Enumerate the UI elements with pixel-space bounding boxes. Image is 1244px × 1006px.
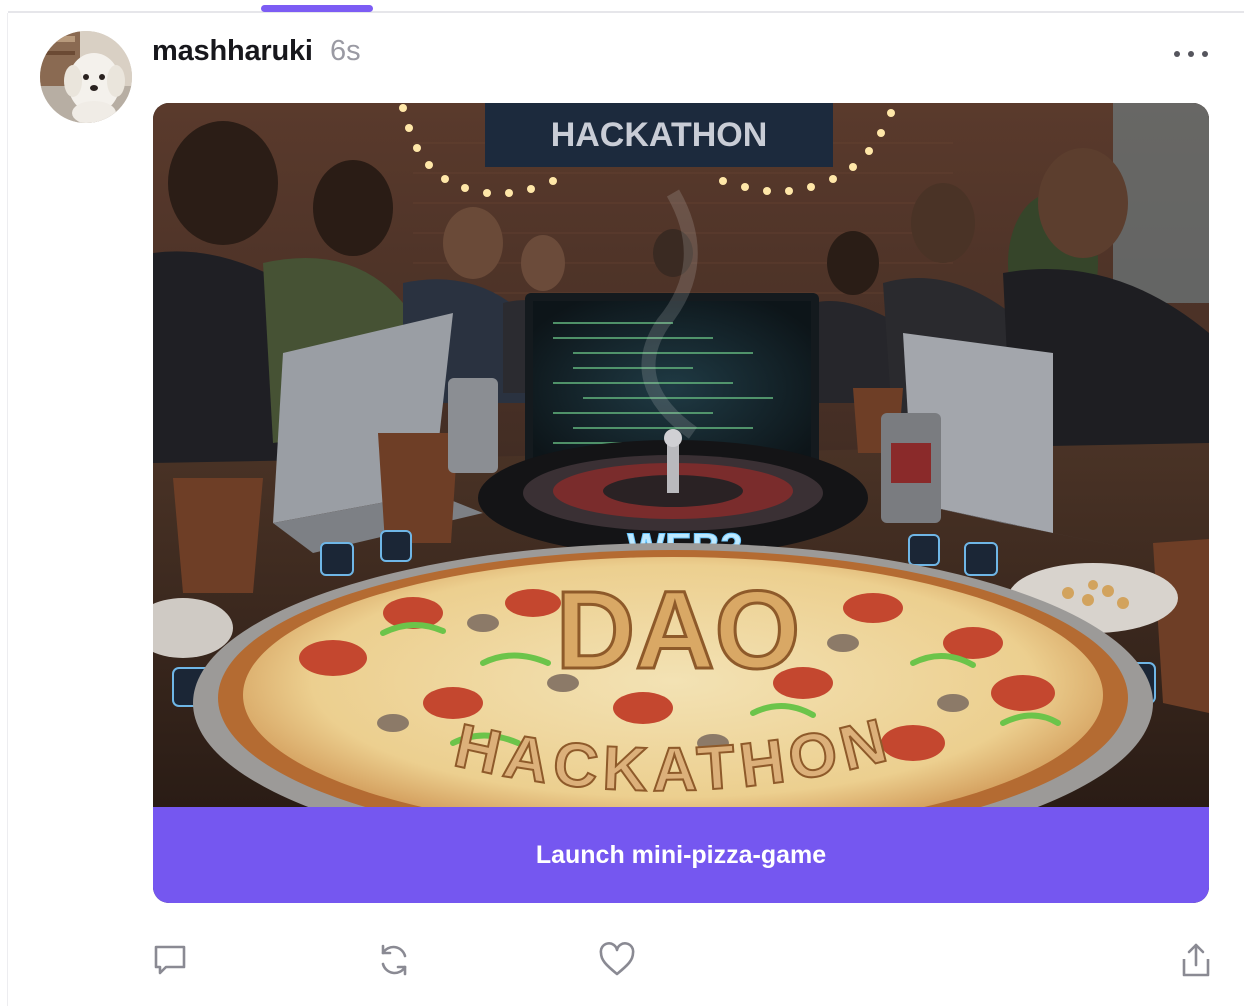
top-divider (8, 11, 1244, 13)
timestamp: 6s (330, 35, 361, 67)
active-tab-indicator (261, 5, 373, 12)
pizza-big-text: DAO (556, 569, 800, 692)
like-button[interactable] (595, 938, 639, 982)
feed-frame: mashharuki 6s HACKATHON DAO HACKATHON La… (0, 0, 1244, 1006)
more-dots-icon (1174, 51, 1208, 57)
username[interactable]: mashharuki (152, 34, 313, 68)
frame-card: HACKATHON DAO HACKATHON Launch mini-pizz… (153, 103, 1209, 903)
comment-icon (154, 945, 186, 975)
heart-icon (599, 942, 635, 976)
launch-mini-pizza-game-button[interactable]: Launch mini-pizza-game (153, 807, 1209, 903)
dog-avatar-icon (40, 31, 132, 123)
left-rule (7, 13, 8, 1006)
recast-button[interactable] (372, 938, 416, 982)
more-options-button[interactable] (1170, 42, 1212, 66)
banner-text: HACKATHON (551, 116, 768, 154)
avatar[interactable] (40, 31, 132, 123)
hackathon-pizza-image[interactable]: HACKATHON DAO HACKATHON (153, 103, 1209, 807)
share-icon (1182, 943, 1210, 977)
reply-button[interactable] (148, 938, 192, 982)
share-button[interactable] (1174, 938, 1218, 982)
recast-icon (381, 944, 407, 976)
